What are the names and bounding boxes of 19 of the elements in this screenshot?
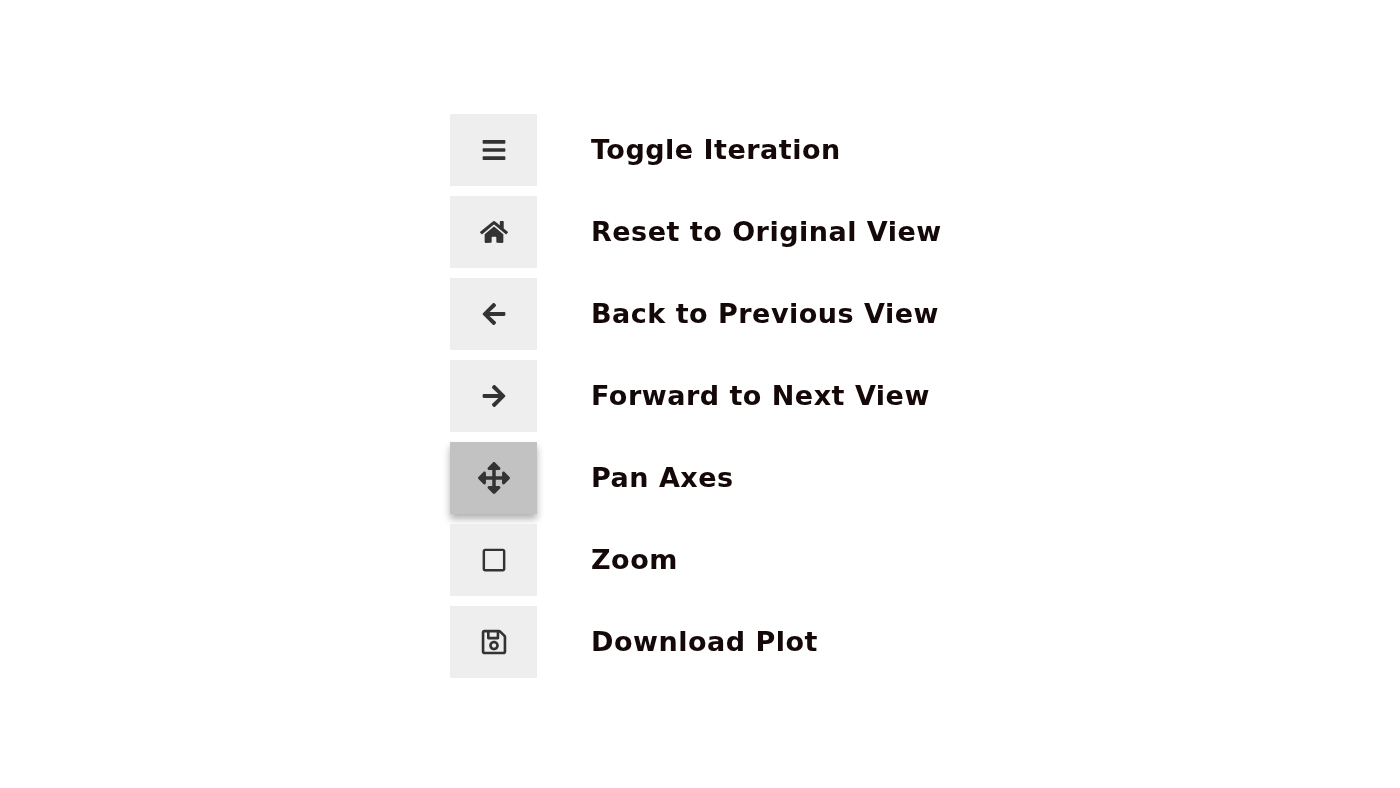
toolbar-button[interactable]	[450, 278, 537, 350]
tool-label: Zoom	[591, 542, 678, 577]
tool-label: Download Plot	[591, 624, 818, 659]
menu-icon	[480, 137, 507, 163]
toolbar-button[interactable]	[450, 360, 537, 432]
toolbar-button[interactable]	[450, 196, 537, 268]
tool-label: Pan Axes	[591, 460, 734, 495]
tool-label: Back to Previous View	[591, 296, 939, 331]
home-icon	[479, 219, 508, 245]
toolbar-button[interactable]	[450, 114, 537, 186]
tool-label: Toggle Iteration	[591, 132, 841, 167]
toolbar-button[interactable]	[450, 524, 537, 596]
move-icon	[477, 462, 510, 494]
arrow-right-icon	[480, 383, 507, 409]
toolbar-button[interactable]	[450, 606, 537, 678]
tool-label: Forward to Next View	[591, 378, 930, 413]
tool-label: Reset to Original View	[591, 214, 942, 249]
toolbar-button[interactable]	[450, 442, 537, 514]
arrow-left-icon	[480, 301, 507, 327]
